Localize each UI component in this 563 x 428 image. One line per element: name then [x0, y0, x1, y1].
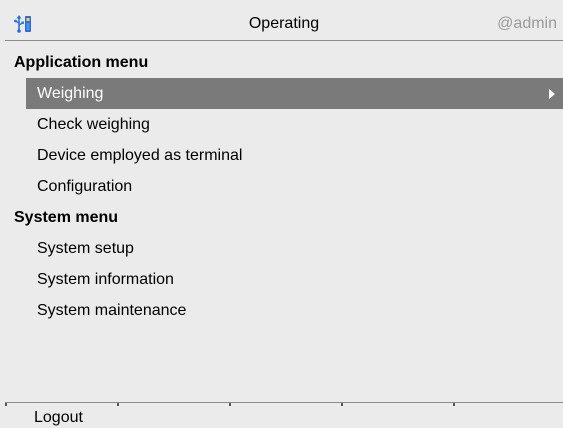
softkey-2[interactable]	[117, 403, 229, 427]
menu-item-label: System maintenance	[37, 302, 187, 319]
menu-item-label: Check weighing	[37, 116, 150, 133]
section-title-application-menu: Application menu	[14, 54, 149, 71]
menu-item-configuration[interactable]: Configuration	[5, 171, 563, 202]
main-menu: Application menu Weighing Check weighing…	[5, 47, 563, 326]
softkey-divider	[453, 403, 455, 406]
chevron-right-icon	[549, 89, 555, 99]
menu-item-system-information[interactable]: System information	[5, 264, 563, 295]
status-header: Operating @admin	[5, 5, 563, 41]
menu-item-label: Device employed as terminal	[37, 147, 243, 164]
softkey-divider	[229, 403, 231, 406]
softkey-4[interactable]	[341, 403, 453, 427]
menu-item-check-weighing[interactable]: Check weighing	[5, 109, 563, 140]
page-title: Operating	[248, 15, 320, 32]
menu-item-device-employed-as-terminal[interactable]: Device employed as terminal	[5, 140, 563, 171]
menu-item-system-setup[interactable]: System setup	[5, 233, 563, 264]
softkey-logout[interactable]: Logout	[5, 403, 117, 427]
user-indicator: @admin	[497, 15, 557, 32]
menu-item-label: System setup	[37, 240, 134, 257]
section-title-system-menu: System menu	[14, 209, 119, 226]
softkey-3[interactable]	[229, 403, 341, 427]
menu-item-label: Configuration	[37, 178, 133, 195]
softkey-divider	[117, 403, 119, 406]
softkey-bar: Logout	[5, 402, 563, 427]
menu-item-weighing[interactable]: Weighing	[26, 78, 563, 109]
menu-item-system-maintenance[interactable]: System maintenance	[5, 295, 563, 326]
menu-item-label: Weighing	[37, 85, 104, 102]
softkey-divider	[5, 403, 7, 406]
softkey-5[interactable]	[453, 403, 563, 427]
softkey-label: Logout	[34, 409, 83, 426]
terminal-screen: Operating @admin Application menu Weighi…	[0, 0, 563, 427]
menu-item-label: System information	[37, 271, 174, 288]
softkey-divider	[341, 403, 343, 406]
